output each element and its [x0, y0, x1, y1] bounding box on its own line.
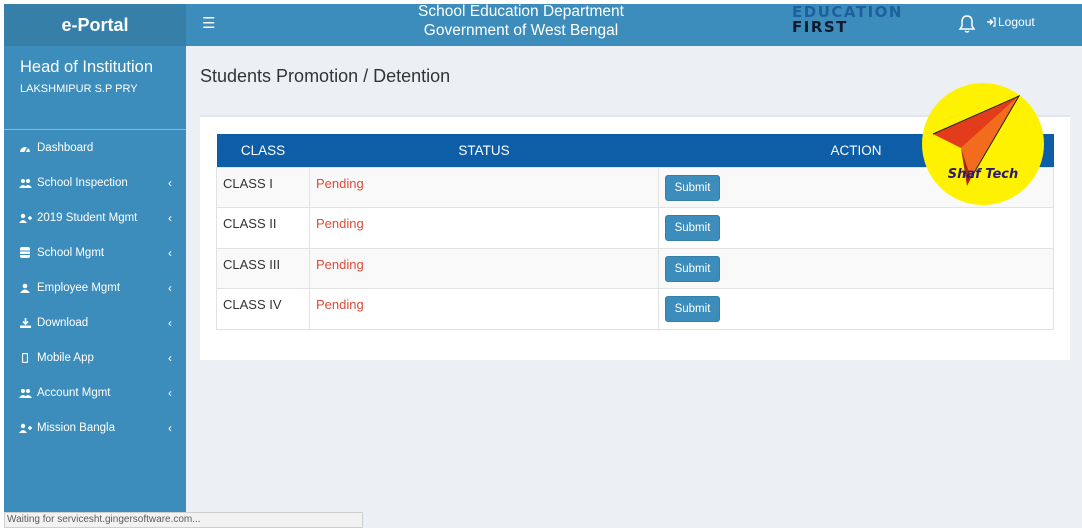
browser-status-bar: Waiting for servicesht.gingersoftware.co…	[4, 512, 363, 528]
action-cell: Submit	[658, 288, 1054, 330]
chevron-left-icon: ‹	[168, 315, 172, 330]
submit-button[interactable]: Submit	[665, 215, 720, 241]
sidebar-item-label: School Inspection	[37, 176, 128, 189]
status-cell: Pending	[309, 247, 659, 289]
user-panel: Head of Institution LAKSHMIPUR S.P PRY	[4, 46, 186, 130]
table-row: CLASS III Pending Submit	[216, 247, 1054, 289]
department-line2: Government of West Bengal	[423, 22, 619, 39]
action-cell: Submit	[658, 207, 1054, 249]
sidebar-toggle-icon[interactable]: ☰	[202, 14, 215, 32]
class-cell: CLASS III	[216, 247, 310, 289]
sidebar-item-label: Account Mgmt	[37, 386, 111, 399]
download-icon	[18, 317, 32, 328]
class-cell: CLASS I	[216, 166, 310, 208]
education-first-logo: EDUCATION FIRST	[792, 5, 903, 35]
department-title: School Education Department Government o…	[416, 4, 626, 40]
chevron-left-icon: ‹	[168, 210, 172, 225]
shaf-tech-logo: Shaf Tech	[922, 83, 1044, 205]
chevron-left-icon: ‹	[168, 280, 172, 295]
bell-icon[interactable]	[958, 14, 976, 34]
submit-button[interactable]: Submit	[665, 255, 720, 282]
status-cell: Pending	[309, 288, 659, 330]
logo-line2: FIRST	[792, 18, 848, 36]
user-role: Head of Institution	[20, 58, 153, 76]
sidebar-item-label: Employee Mgmt	[37, 281, 121, 294]
top-navbar: ☰ School Education Department Government…	[186, 4, 1082, 46]
status-cell: Pending	[309, 166, 659, 208]
sidebar-item-label: Mission Bangla	[37, 421, 115, 434]
action-cell: Submit	[658, 247, 1054, 289]
sidebar-item-label: 2019 Student Mgmt	[37, 211, 138, 224]
chevron-left-icon: ‹	[168, 245, 172, 260]
sidebar-item-label: Download	[37, 316, 89, 329]
sign-out-icon	[987, 17, 996, 27]
brand-logo[interactable]: e-Portal	[4, 4, 186, 46]
sidebar: Head of Institution LAKSHMIPUR S.P PRY D…	[4, 46, 186, 528]
submit-button[interactable]: Submit	[665, 296, 720, 322]
page-title: Students Promotion / Detention	[200, 66, 451, 86]
logout-button[interactable]: Logout	[986, 15, 1035, 29]
sidebar-menu: Dashboard School Inspection ‹ 2019 Stude…	[4, 130, 186, 445]
department-line1: School Education Department	[418, 4, 624, 20]
submit-button[interactable]: Submit	[665, 174, 720, 201]
mobile-icon	[18, 352, 32, 363]
chevron-left-icon: ‹	[168, 175, 172, 190]
sidebar-item-school-inspection[interactable]: School Inspection ‹	[4, 165, 186, 200]
sidebar-item-label: Mobile App	[37, 351, 94, 364]
logout-label: Logout	[998, 15, 1035, 29]
sidebar-item-mission-bangla[interactable]: Mission Bangla ‹	[4, 410, 186, 445]
table-row: CLASS II Pending Submit	[216, 207, 1054, 249]
shaf-tech-text: Shaf Tech	[948, 167, 1019, 182]
column-header-status: STATUS	[458, 142, 510, 158]
class-cell: CLASS II	[216, 207, 310, 249]
chevron-left-icon: ‹	[168, 420, 172, 435]
sidebar-item-label: School Mgmt	[37, 246, 105, 259]
sidebar-item-mobile-app[interactable]: Mobile App ‹	[4, 340, 186, 375]
sidebar-item-label: Dashboard	[37, 141, 94, 154]
column-header-class: CLASS	[240, 142, 286, 158]
sidebar-item-download[interactable]: Download ‹	[4, 305, 186, 340]
database-icon	[18, 247, 32, 258]
sidebar-item-school-mgmt[interactable]: School Mgmt ‹	[4, 235, 186, 270]
chevron-left-icon: ‹	[168, 350, 172, 365]
user-icon	[18, 282, 32, 293]
sidebar-item-account-mgmt[interactable]: Account Mgmt ‹	[4, 375, 186, 410]
user-plus-icon	[18, 422, 32, 433]
user-plus-icon	[18, 212, 32, 223]
school-name: LAKSHMIPUR S.P PRY	[20, 83, 138, 95]
chevron-left-icon: ‹	[168, 385, 172, 400]
users-icon	[18, 177, 32, 188]
sidebar-item-employee-mgmt[interactable]: Employee Mgmt ‹	[4, 270, 186, 305]
users-icon	[18, 387, 32, 398]
dashboard-icon	[18, 142, 32, 153]
class-cell: CLASS IV	[216, 288, 310, 330]
sidebar-item-2019-student-mgmt[interactable]: 2019 Student Mgmt ‹	[4, 200, 186, 235]
table-row: CLASS IV Pending Submit	[216, 288, 1054, 330]
status-cell: Pending	[309, 207, 659, 249]
app-frame: e-Portal ☰ School Education Department G…	[4, 4, 1082, 528]
sidebar-item-dashboard[interactable]: Dashboard	[4, 130, 186, 165]
